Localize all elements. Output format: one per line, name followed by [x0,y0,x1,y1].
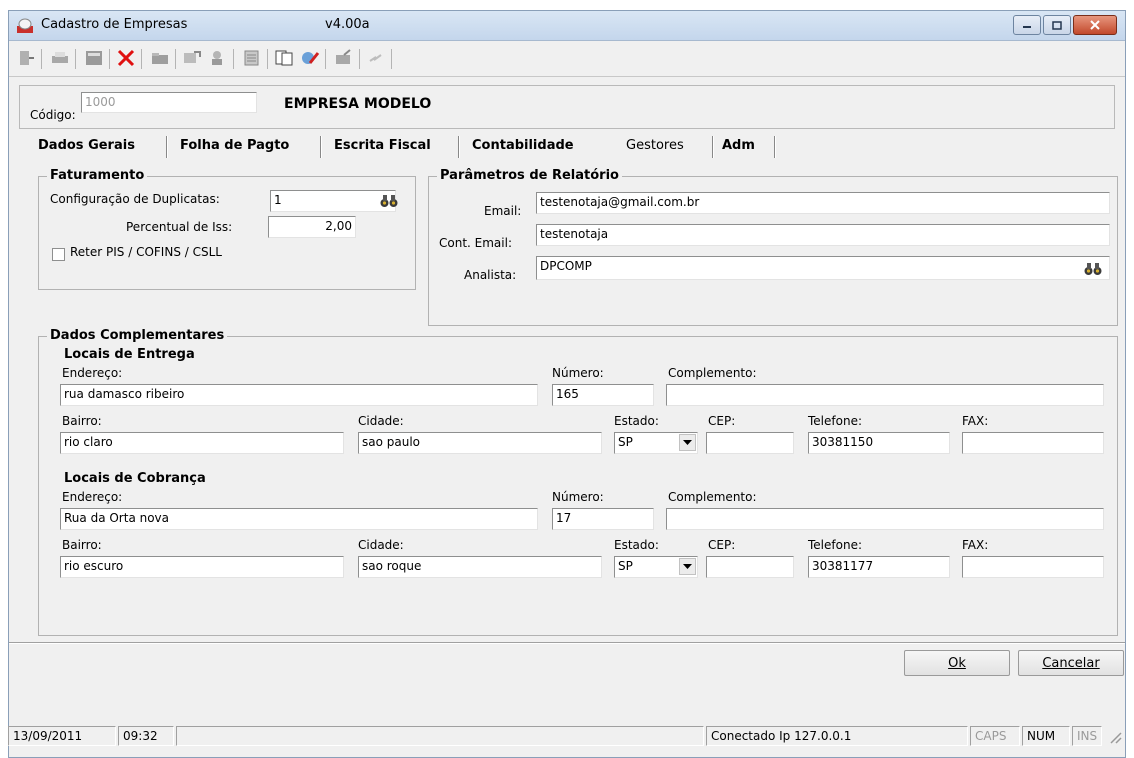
cobranca-cidade-input[interactable]: sao roque [358,556,602,578]
cobranca-estado-select[interactable]: SP [614,556,698,578]
entrega-title: Locais de Entrega [64,347,195,362]
cobranca-fax-label: FAX: [962,538,989,552]
cobranca-estado-label: Estado: [614,538,659,552]
email-label: Email: [484,204,522,218]
status-ins: INS [1072,726,1102,746]
parametros-title: Parâmetros de Relatório [437,168,622,183]
entrega-cidade-label: Cidade: [358,414,404,428]
faturamento-title: Faturamento [47,168,148,183]
content-layer: Dados Gerais Folha de Pagto Escrita Fisc… [0,0,1134,758]
percentual-iss-label: Percentual de Iss: [126,220,233,234]
entrega-fax-input[interactable] [962,432,1104,454]
entrega-bairro-input[interactable]: rio claro [60,432,344,454]
entrega-telefone-input[interactable]: 30381150 [808,432,950,454]
cobranca-complemento-input[interactable] [666,508,1104,530]
entrega-bairro-label: Bairro: [62,414,102,428]
entrega-endereco-input[interactable]: rua damasco ribeiro [60,384,538,406]
reter-checkbox[interactable] [52,248,65,261]
ok-button[interactable]: Ok [904,650,1010,676]
resize-grip-icon[interactable] [1108,730,1122,744]
tab-dados-gerais[interactable]: Dados Gerais [38,138,135,153]
entrega-endereco-label: Endereço: [62,366,123,380]
status-empty [176,726,704,746]
entrega-cep-label: CEP: [708,414,736,428]
entrega-numero-input[interactable]: 165 [552,384,654,406]
search-binoculars-icon[interactable] [1084,262,1102,276]
cobranca-cep-label: CEP: [708,538,736,552]
dropdown-button[interactable] [679,434,696,451]
tab-gestores[interactable]: Gestores [626,138,684,153]
cobranca-fax-input[interactable] [962,556,1104,578]
button-divider [9,642,1125,644]
entrega-numero-label: Número: [552,366,604,380]
tab-folha-de-pagto[interactable]: Folha de Pagto [180,138,289,153]
cancelar-button[interactable]: Cancelar [1018,650,1124,676]
status-connection: Conectado Ip 127.0.0.1 [706,726,968,746]
config-duplicatas-input[interactable]: 1 [270,190,396,212]
entrega-estado-label: Estado: [614,414,659,428]
cobranca-cep-input[interactable] [706,556,794,578]
cobranca-cidade-label: Cidade: [358,538,404,552]
cont-email-label: Cont. Email: [439,236,512,250]
entrega-fax-label: FAX: [962,414,989,428]
status-bar: 13/09/2011 09:32 Conectado Ip 127.0.0.1 … [8,724,1126,748]
cobranca-endereco-input[interactable]: Rua da Orta nova [60,508,538,530]
reter-label: Reter PIS / COFINS / CSLL [70,245,222,259]
status-date: 13/09/2011 [8,726,116,746]
cobranca-numero-input[interactable]: 17 [552,508,654,530]
complementares-group: Dados Complementares [38,328,1118,636]
entrega-cidade-input[interactable]: sao paulo [358,432,602,454]
cobranca-telefone-input[interactable]: 30381177 [808,556,950,578]
tab-contabilidade[interactable]: Contabilidade [472,138,574,153]
cobranca-bairro-label: Bairro: [62,538,102,552]
dropdown-button[interactable] [679,558,696,575]
email-input[interactable]: testenotaja@gmail.com.br [536,192,1110,214]
cobranca-telefone-label: Telefone: [808,538,862,552]
cobranca-title: Locais de Cobrança [64,471,206,486]
entrega-cep-input[interactable] [706,432,794,454]
entrega-estado-select[interactable]: SP [614,432,698,454]
status-caps: CAPS [970,726,1020,746]
tab-adm[interactable]: Adm [722,138,755,153]
status-num: NUM [1022,726,1070,746]
analista-input[interactable]: DPCOMP [536,256,1110,280]
analista-label: Analista: [464,268,517,282]
percentual-iss-input[interactable]: 2,00 [268,216,356,238]
config-duplicatas-label: Configuração de Duplicatas: [50,192,220,206]
search-binoculars-icon[interactable] [380,194,398,208]
tab-escrita-fiscal[interactable]: Escrita Fiscal [334,138,431,153]
entrega-telefone-label: Telefone: [808,414,862,428]
cobranca-numero-label: Número: [552,490,604,504]
status-time: 09:32 [118,726,174,746]
entrega-complemento-label: Complemento: [668,366,757,380]
cobranca-complemento-label: Complemento: [668,490,757,504]
entrega-complemento-input[interactable] [666,384,1104,406]
cobranca-bairro-input[interactable]: rio escuro [60,556,344,578]
cont-email-input[interactable]: testenotaja [536,224,1110,246]
complementares-title: Dados Complementares [47,328,228,343]
chevron-down-icon [683,563,692,569]
chevron-down-icon [683,439,692,445]
cobranca-endereco-label: Endereço: [62,490,123,504]
